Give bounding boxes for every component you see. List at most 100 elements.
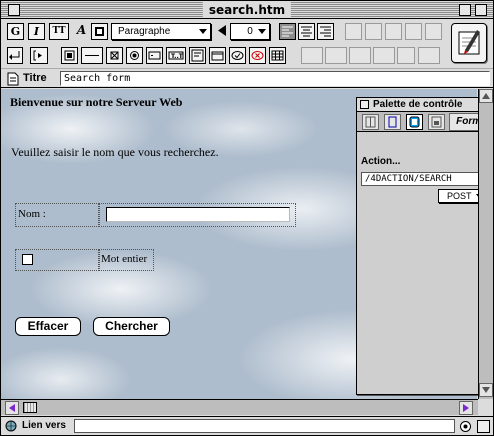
zoom-box-icon[interactable]: [459, 4, 471, 16]
size-decrease-button[interactable]: [215, 23, 229, 40]
bold-button[interactable]: G: [7, 23, 24, 40]
scroll-thumb[interactable]: [23, 402, 37, 413]
reset-element-button[interactable]: [249, 47, 266, 64]
arrow-up-icon: [482, 93, 490, 99]
target-icon[interactable]: [459, 420, 472, 433]
indent-1-button[interactable]: [345, 23, 362, 40]
table-tool-5-button[interactable]: [397, 47, 415, 64]
checkmark-icon: [231, 51, 244, 60]
indent-2-button[interactable]: [365, 23, 382, 40]
submit-element-button[interactable]: [229, 47, 246, 64]
table-tool-6-button[interactable]: [418, 47, 440, 64]
nom-input[interactable]: [106, 207, 290, 222]
text-area-button[interactable]: [189, 47, 206, 64]
format-toolbar: G I TT A Paragraphe 0: [1, 20, 447, 44]
close-box-icon[interactable]: [360, 100, 369, 109]
link-field[interactable]: [74, 419, 455, 433]
scroll-down-button[interactable]: [479, 383, 493, 397]
chevron-down-icon: [258, 29, 266, 34]
action-label: Action...: [361, 156, 401, 167]
indent-4-button[interactable]: [405, 23, 422, 40]
control-palette: Palette de contrôle Form. Action... /4DA…: [356, 97, 492, 395]
title-field[interactable]: Search form: [60, 71, 490, 86]
table-tool-2-button[interactable]: [325, 47, 347, 64]
horizontal-scrollbar[interactable]: [1, 399, 478, 415]
line-break-icon: [9, 51, 20, 60]
action-field[interactable]: /4DACTION/SEARCH: [361, 172, 487, 186]
align-center-button[interactable]: [298, 23, 315, 40]
password-field-icon: T..T: [168, 51, 184, 60]
page-icon: [365, 116, 376, 128]
align-center-icon: [301, 26, 312, 37]
tab-image[interactable]: [428, 114, 445, 130]
insert-toolbar: T..T: [1, 44, 447, 68]
browser-window: search.htm G I TT A Paragraphe 0 T..T Ti…: [0, 0, 494, 436]
resize-grip-icon[interactable]: [477, 420, 490, 433]
color-button[interactable]: [91, 23, 108, 40]
popup-menu-button[interactable]: [209, 47, 226, 64]
arrow-right-icon: [463, 404, 469, 412]
password-field-button[interactable]: T..T: [166, 47, 186, 64]
image-icon: [431, 116, 442, 128]
pen-notepad-icon: [458, 30, 480, 55]
link-to-label: Lien vers: [22, 420, 66, 431]
horizontal-rule-button[interactable]: [81, 47, 103, 64]
element-icon: [388, 116, 397, 128]
nom-label-cell: Nom :: [15, 203, 99, 227]
indent-3-button[interactable]: [385, 23, 402, 40]
reset-x-icon: [251, 51, 264, 60]
arrow-left-icon: [218, 25, 226, 36]
return-button[interactable]: [7, 47, 23, 64]
collapse-box-icon[interactable]: [475, 4, 487, 16]
checkbox-element-button[interactable]: [106, 47, 123, 64]
reset-button[interactable]: Effacer: [15, 317, 81, 336]
app-logo-button[interactable]: [451, 23, 487, 63]
color-swatch-icon: [95, 27, 104, 36]
mot-entier-label: Mot entier: [101, 253, 148, 265]
font-button[interactable]: A: [73, 23, 90, 40]
page-heading: Bienvenue sur notre Serveur Web: [10, 95, 183, 109]
horizontal-rule-icon: [85, 55, 99, 56]
align-right-button[interactable]: [317, 23, 334, 40]
status-bar: Lien vers: [1, 416, 493, 435]
title-bar[interactable]: search.htm: [1, 1, 493, 19]
search-button[interactable]: Chercher: [93, 317, 170, 336]
indent-5-button[interactable]: [425, 23, 442, 40]
tab-form[interactable]: [406, 114, 423, 130]
bracket-icon: [33, 50, 42, 61]
title-label: Titre: [23, 72, 47, 84]
align-left-button[interactable]: [279, 23, 296, 40]
scroll-up-button[interactable]: [479, 89, 493, 103]
close-box-icon[interactable]: [8, 4, 20, 16]
arrow-left-icon: [9, 404, 15, 412]
radio-icon: [130, 51, 139, 60]
checkbox-icon: [110, 51, 119, 60]
anchor-button[interactable]: [30, 47, 48, 64]
radio-element-button[interactable]: [126, 47, 143, 64]
table-button[interactable]: [269, 47, 286, 64]
popup-menu-icon: [211, 51, 224, 61]
italic-button[interactable]: I: [28, 23, 45, 40]
scroll-right-button[interactable]: [459, 401, 473, 415]
tab-element[interactable]: [384, 114, 401, 130]
vertical-scrollbar[interactable]: [478, 89, 493, 399]
paragraph-style-select[interactable]: Paragraphe: [111, 23, 211, 40]
document-title-bar: Titre Search form: [1, 68, 493, 88]
palette-title-bar[interactable]: Palette de contrôle: [357, 98, 491, 112]
text-field-button[interactable]: [146, 47, 163, 64]
table-icon: [271, 50, 284, 61]
table-tool-3-button[interactable]: [349, 47, 371, 64]
table-tool-4-button[interactable]: [373, 47, 395, 64]
mot-entier-checkbox[interactable]: [22, 254, 33, 265]
teletype-button[interactable]: TT: [49, 23, 69, 40]
palette-tabs: Form.: [357, 112, 491, 132]
tab-page[interactable]: [362, 114, 379, 130]
font-size-value: 0: [247, 26, 253, 37]
scroll-left-button[interactable]: [5, 401, 19, 415]
table-tool-1-button[interactable]: [301, 47, 323, 64]
font-size-select[interactable]: 0: [230, 23, 270, 40]
text-field-icon: [148, 51, 161, 60]
insert-image-button[interactable]: [61, 47, 78, 64]
align-right-icon: [320, 26, 331, 37]
window-title: search.htm: [202, 2, 292, 18]
